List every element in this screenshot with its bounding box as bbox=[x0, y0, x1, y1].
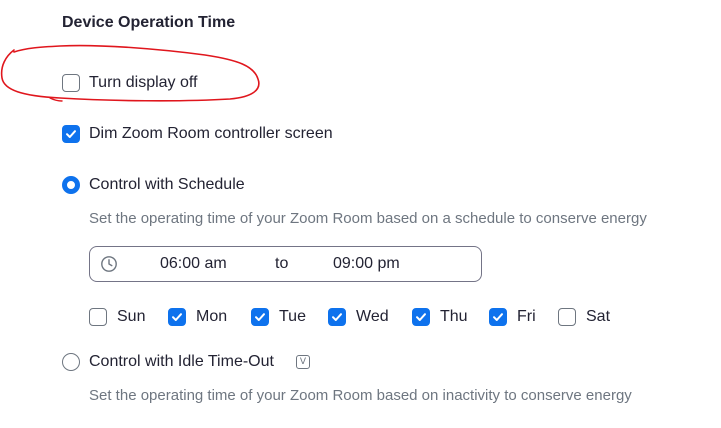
schedule-description: Set the operating time of your Zoom Room… bbox=[89, 210, 647, 227]
day-label: Sat bbox=[586, 308, 611, 325]
checkmark-icon bbox=[416, 313, 426, 321]
checkmark-icon bbox=[255, 313, 265, 321]
day-fri[interactable]: Fri bbox=[489, 308, 536, 326]
day-label: Fri bbox=[517, 308, 536, 325]
schedule-label: Control with Schedule bbox=[89, 176, 245, 193]
day-checkbox[interactable] bbox=[489, 308, 507, 326]
turn-display-off-label: Turn display off bbox=[89, 74, 198, 91]
dim-controller-checkbox[interactable] bbox=[62, 125, 80, 143]
idle-timeout-label: Control with Idle Time-Out bbox=[89, 353, 274, 370]
day-label: Mon bbox=[196, 308, 228, 325]
time-separator: to bbox=[275, 255, 289, 272]
turn-display-off-option[interactable]: Turn display off bbox=[62, 74, 198, 92]
section-title: Device Operation Time bbox=[62, 14, 236, 31]
schedule-option[interactable]: Control with Schedule bbox=[62, 176, 245, 194]
day-wed[interactable]: Wed bbox=[328, 308, 389, 326]
checkmark-icon bbox=[493, 313, 503, 321]
day-tue[interactable]: Tue bbox=[251, 308, 306, 326]
clock-icon bbox=[101, 256, 117, 272]
day-sun[interactable]: Sun bbox=[89, 308, 145, 326]
day-mon[interactable]: Mon bbox=[168, 308, 227, 326]
day-label: Sun bbox=[117, 308, 146, 325]
day-checkbox[interactable] bbox=[168, 308, 186, 326]
day-checkbox[interactable] bbox=[558, 308, 576, 326]
day-checkbox[interactable] bbox=[89, 308, 107, 326]
end-time[interactable]: 09:00 pm bbox=[333, 255, 400, 273]
dim-controller-label: Dim Zoom Room controller screen bbox=[89, 125, 333, 142]
checkmark-icon bbox=[66, 130, 76, 138]
day-checkbox[interactable] bbox=[412, 308, 430, 326]
schedule-radio[interactable] bbox=[62, 176, 80, 194]
day-sat[interactable]: Sat bbox=[558, 308, 610, 326]
turn-display-off-checkbox[interactable] bbox=[62, 74, 80, 92]
idle-timeout-option[interactable]: Control with Idle Time-Out V bbox=[62, 353, 310, 371]
day-checkbox[interactable] bbox=[251, 308, 269, 326]
idle-timeout-radio[interactable] bbox=[62, 353, 80, 371]
checkmark-icon bbox=[172, 313, 182, 321]
day-label: Thu bbox=[440, 308, 468, 325]
day-label: Wed bbox=[356, 308, 389, 325]
day-label: Tue bbox=[279, 308, 306, 325]
checkmark-icon bbox=[332, 313, 342, 321]
start-time[interactable]: 06:00 am bbox=[160, 255, 227, 273]
time-range-field[interactable]: 06:00 am to 09:00 pm bbox=[89, 246, 482, 282]
v-badge-icon: V bbox=[295, 355, 310, 369]
idle-timeout-description: Set the operating time of your Zoom Room… bbox=[89, 387, 632, 404]
day-thu[interactable]: Thu bbox=[412, 308, 468, 326]
dim-controller-option[interactable]: Dim Zoom Room controller screen bbox=[62, 125, 333, 143]
day-checkbox[interactable] bbox=[328, 308, 346, 326]
